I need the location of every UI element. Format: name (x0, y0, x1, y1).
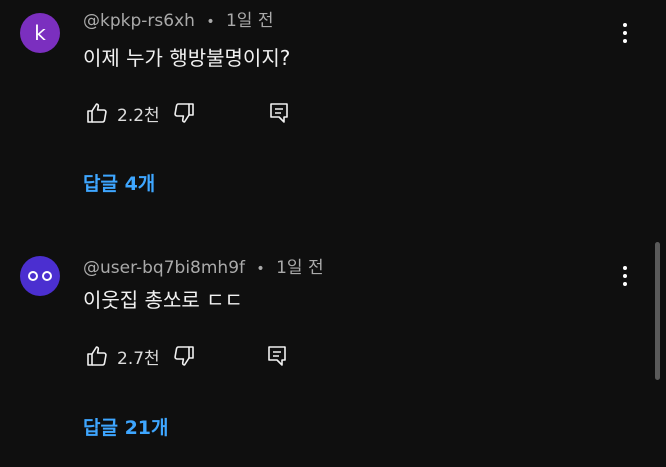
comment-actions: 2.7천 (83, 342, 198, 370)
more-dot (623, 274, 627, 278)
thumbs-down-icon (173, 346, 194, 366)
comment-actions: 2.2천 (83, 99, 198, 127)
reply-comment-icon (268, 346, 286, 366)
reply-button[interactable] (265, 99, 293, 127)
comment-author[interactable]: @kpkp-rs6xh (83, 11, 195, 31)
scrollbar-thumb[interactable] (655, 242, 660, 380)
comment-meta: @user-bq7bi8mh9f • 1일 전 (83, 257, 324, 280)
more-dot (623, 23, 627, 27)
comment-time[interactable]: 1일 전 (276, 258, 324, 278)
more-dot (623, 282, 627, 286)
comment-text: 이웃집 총쏘로 ㄷㄷ (83, 288, 243, 312)
comments-panel: k @kpkp-rs6xh • 1일 전 이제 누가 행방불명이지? 2.2천 (0, 0, 666, 467)
reply-button[interactable] (263, 342, 291, 370)
thumbs-down-icon (173, 103, 194, 123)
more-dot (623, 31, 627, 35)
like-count: 2.2천 (117, 105, 160, 126)
avatar-letter: k (34, 21, 46, 45)
comment-time[interactable]: 1일 전 (226, 11, 274, 31)
dislike-button[interactable] (170, 99, 198, 127)
like-button[interactable] (83, 342, 111, 370)
comment-thread: @user-bq7bi8mh9f • 1일 전 이웃집 총쏘로 ㄷㄷ 2.7천 (0, 245, 666, 467)
comment-text: 이제 누가 행방불명이지? (83, 46, 291, 70)
more-dot (623, 39, 627, 43)
meta-separator: • (206, 14, 215, 30)
more-options-button[interactable] (613, 262, 637, 290)
view-replies-link[interactable]: 답글 21개 (83, 416, 169, 440)
reply-comment-icon (270, 103, 288, 123)
more-options-button[interactable] (613, 19, 637, 47)
comment-author[interactable]: @user-bq7bi8mh9f (83, 258, 245, 278)
thumbs-up-icon (87, 103, 107, 123)
comment-thread: k @kpkp-rs6xh • 1일 전 이제 누가 행방불명이지? 2.2천 (0, 0, 666, 230)
dislike-button[interactable] (170, 342, 198, 370)
like-button[interactable] (83, 99, 111, 127)
comment-meta: @kpkp-rs6xh • 1일 전 (83, 10, 273, 33)
meta-separator: • (256, 261, 265, 277)
avatar[interactable]: k (20, 13, 60, 53)
view-replies-link[interactable]: 답글 4개 (83, 172, 155, 196)
like-count: 2.7천 (117, 348, 160, 369)
default-avatar-icon (28, 271, 52, 281)
avatar[interactable] (20, 256, 60, 296)
thumbs-up-icon (87, 346, 107, 366)
more-dot (623, 266, 627, 270)
